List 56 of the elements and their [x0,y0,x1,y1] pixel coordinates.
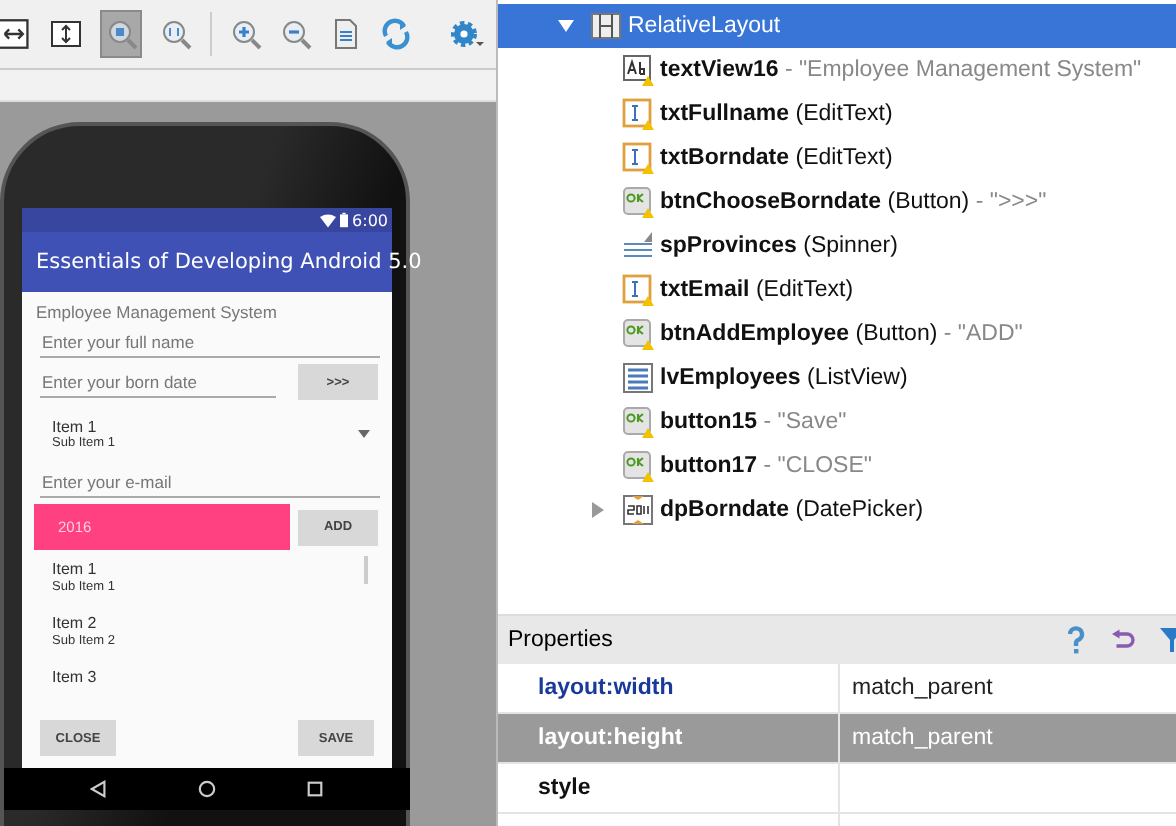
outline-row[interactable]: spProvinces (Spinner) [530,224,1176,268]
edit-text-icon [622,142,654,174]
property-value[interactable]: match_parent [840,664,1176,712]
date-picker-icon [622,494,654,526]
back-icon[interactable] [89,780,108,798]
zoom-out-icon[interactable] [280,18,312,50]
outline-row[interactable]: button15 - "Save" [530,400,1176,444]
recents-icon[interactable] [306,780,325,798]
button-icon [622,318,654,350]
battery-icon [340,212,349,228]
layout-icon [590,10,622,42]
list-view-icon [622,362,654,394]
outline-row[interactable]: btnChooseBorndate (Button) - ">>>" [530,180,1176,224]
expand-icon[interactable] [590,502,606,518]
undo-icon[interactable] [1112,626,1136,654]
button-icon [622,406,654,438]
outline-row[interactable]: lvEmployees (ListView) [530,356,1176,400]
outline-row[interactable]: textView16 - "Employee Management System" [530,48,1176,92]
property-name: layout:height [498,714,840,762]
list-item[interactable]: Item 3 [52,668,362,686]
outline-row[interactable]: txtEmail (EditText) [530,268,1176,312]
property-name: style [498,764,840,812]
outline-row[interactable]: button17 - "CLOSE" [530,444,1176,488]
wifi-icon [320,213,337,227]
borndate-field[interactable]: Enter your born date [40,367,276,397]
outline-row[interactable]: btnAddEmployee (Button) - "ADD" [530,312,1176,356]
outline-row[interactable]: txtFullname (EditText) [530,92,1176,136]
home-icon[interactable] [197,780,216,798]
settings-icon[interactable] [448,18,484,50]
text-view-icon [622,54,654,86]
heading-text: Employee Management System [36,302,279,322]
dropdown-icon [358,430,370,438]
fit-width-icon[interactable] [0,18,32,50]
spinner-icon [622,230,654,262]
document-icon[interactable] [330,18,362,50]
edit-text-icon [622,98,654,130]
outline-row[interactable]: dpBorndate (DatePicker) [530,488,1176,532]
refresh-icon[interactable] [380,18,412,50]
button-icon [622,450,654,482]
email-field[interactable]: Enter your e-mail [40,468,380,498]
fit-height-icon[interactable] [50,18,82,50]
property-name: layout:width [498,664,840,712]
edit-text-icon [622,274,654,306]
button-icon [622,186,654,218]
zoom-fit-button[interactable] [100,10,143,58]
filter-icon[interactable] [1160,626,1176,654]
fullname-field[interactable]: Enter your full name [40,328,380,358]
zoom-in-icon[interactable] [230,18,262,50]
app-title: Essentials of Developing Android 5.0 [36,250,422,274]
properties-title: Properties [508,628,613,652]
status-time: 6:00 [352,211,388,229]
outline-row[interactable]: txtBorndate (EditText) [530,136,1176,180]
outline-row[interactable]: RelativeLayout [498,4,1176,48]
help-icon[interactable] [1064,626,1088,654]
actual-size-icon[interactable] [160,18,193,50]
collapse-icon[interactable] [558,18,574,34]
